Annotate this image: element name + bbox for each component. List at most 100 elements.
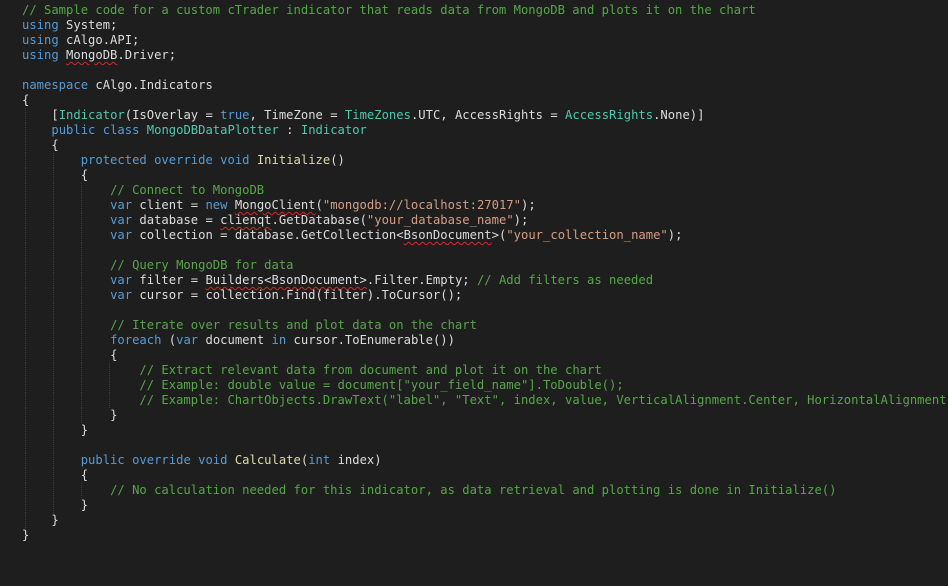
code-line[interactable]: [22, 438, 948, 453]
code-token-default: }: [51, 513, 59, 527]
code-token-string: "your_collection_name": [506, 228, 668, 242]
code-line[interactable]: using MongoDB.Driver;: [22, 48, 948, 63]
indent-guide: [53, 393, 54, 408]
code-line[interactable]: [Indicator(IsOverlay = true, TimeZone = …: [22, 108, 948, 123]
code-text-area[interactable]: // Sample code for a custom cTrader indi…: [22, 3, 948, 586]
code-token-keyword: var: [110, 213, 133, 227]
code-token-keyword: int: [308, 453, 331, 467]
code-token-default: filter =: [132, 273, 206, 287]
code-token-default: .Driver;: [117, 48, 177, 62]
indent-guide: [81, 198, 82, 213]
indent-guide: [81, 303, 82, 318]
code-line[interactable]: // Query MongoDB for data: [22, 258, 948, 273]
code-line[interactable]: // Connect to MongoDB: [22, 183, 948, 198]
code-token-keyword: using: [22, 18, 59, 32]
indent-guide: [81, 213, 82, 228]
code-token-keyword: var: [110, 288, 133, 302]
code-token-method: Initialize: [256, 153, 331, 167]
code-line[interactable]: public override void Calculate(int index…: [22, 453, 948, 468]
indent-guide: [25, 348, 26, 363]
code-line[interactable]: using System;: [22, 18, 948, 33]
code-token-type: MongoDBDataPlotter: [146, 123, 279, 137]
code-token-default: (IsOverlay =: [124, 108, 221, 122]
code-token-string: "your_database_name": [366, 213, 514, 227]
indent-guide: [53, 258, 54, 273]
code-token-comment: // Query MongoDB for data: [110, 258, 294, 272]
code-token-comment: // Example: ChartObjects.DrawText("label…: [139, 393, 948, 407]
indent-guide: [81, 183, 82, 198]
indent-guide: [53, 303, 54, 318]
indent-guide: [81, 333, 82, 348]
code-token-keyword: namespace: [22, 78, 89, 92]
code-line[interactable]: var client = new MongoClient("mongodb://…: [22, 198, 948, 213]
code-token-default: .Find(filter).ToCursor();: [278, 288, 463, 302]
code-token-default: .Filter.Empty;: [366, 273, 477, 287]
indent-guide: [53, 333, 54, 348]
indent-guide: [81, 393, 82, 408]
code-token-type: Indicator: [300, 123, 367, 137]
code-line[interactable]: var database = clienqt.GetDatabase("your…: [22, 213, 948, 228]
code-line[interactable]: // Extract relevant data from document a…: [22, 363, 948, 378]
code-line[interactable]: // Iterate over results and plot data on…: [22, 318, 948, 333]
code-token-comment: // Connect to MongoDB: [110, 183, 265, 197]
code-line[interactable]: namespace cAlgo.Indicators: [22, 78, 948, 93]
code-token-keyword: var: [110, 198, 133, 212]
indent-guide: [25, 183, 26, 198]
code-line[interactable]: }: [22, 408, 948, 423]
code-line[interactable]: using cAlgo.API;: [22, 33, 948, 48]
code-token-default: (: [315, 198, 323, 212]
code-editor[interactable]: // Sample code for a custom cTrader indi…: [0, 0, 948, 586]
code-token-keyword: public: [51, 123, 96, 137]
code-line[interactable]: // No calculation needed for this indica…: [22, 483, 948, 498]
code-line[interactable]: [22, 243, 948, 258]
indent-guide: [25, 273, 26, 288]
code-line[interactable]: var filter = Builders<BsonDocument>.Filt…: [22, 273, 948, 288]
code-line[interactable]: // Example: ChartObjects.DrawText("label…: [22, 393, 948, 408]
code-line[interactable]: {: [22, 348, 948, 363]
indent-guide: [53, 438, 54, 453]
indent-guide: [25, 318, 26, 333]
code-token-default: {: [22, 93, 30, 107]
code-token-default: }: [80, 423, 89, 437]
indent-guide: [53, 273, 54, 288]
indent-guide: [25, 453, 26, 468]
code-line[interactable]: {: [22, 468, 948, 483]
indent-guide: [25, 378, 26, 393]
indent-guide: [25, 363, 26, 378]
code-line[interactable]: [22, 63, 948, 78]
code-line[interactable]: foreach (var document in cursor.ToEnumer…: [22, 333, 948, 348]
code-line[interactable]: {: [22, 138, 948, 153]
code-line[interactable]: public class MongoDBDataPlotter : Indica…: [22, 123, 948, 138]
indent-guide: [53, 453, 54, 468]
code-token-default: [95, 123, 102, 137]
code-token-keyword: void: [198, 453, 228, 467]
code-token-default: (: [161, 333, 177, 347]
code-token-default: {: [51, 138, 59, 152]
code-token-default: {: [110, 348, 118, 362]
code-line[interactable]: }: [22, 513, 948, 528]
indent-guide: [25, 393, 26, 408]
code-token-default: );: [513, 213, 529, 227]
indent-guide: [53, 423, 54, 438]
code-line[interactable]: var collection = database.GetCollection<…: [22, 228, 948, 243]
indent-guide: [53, 228, 54, 243]
code-line[interactable]: }: [22, 528, 948, 543]
indent-guide: [109, 378, 110, 393]
code-line[interactable]: {: [22, 168, 948, 183]
indent-guide: [25, 468, 26, 483]
code-line[interactable]: }: [22, 498, 948, 513]
code-token-default: }: [110, 408, 118, 422]
code-token-keyword: new: [205, 198, 228, 212]
indent-guide: [81, 258, 82, 273]
indent-guide: [81, 483, 82, 498]
code-line[interactable]: [22, 303, 948, 318]
code-token-keyword: protected: [80, 153, 147, 167]
code-line[interactable]: // Example: double value = document["you…: [22, 378, 948, 393]
code-line[interactable]: protected override void Initialize(): [22, 153, 948, 168]
indent-guide: [53, 288, 54, 303]
code-line[interactable]: var cursor = collection.Find(filter).ToC…: [22, 288, 948, 303]
code-line[interactable]: {: [22, 93, 948, 108]
code-line[interactable]: }: [22, 423, 948, 438]
code-line[interactable]: // Sample code for a custom cTrader indi…: [22, 3, 948, 18]
code-token-default: clienqt: [220, 213, 272, 227]
